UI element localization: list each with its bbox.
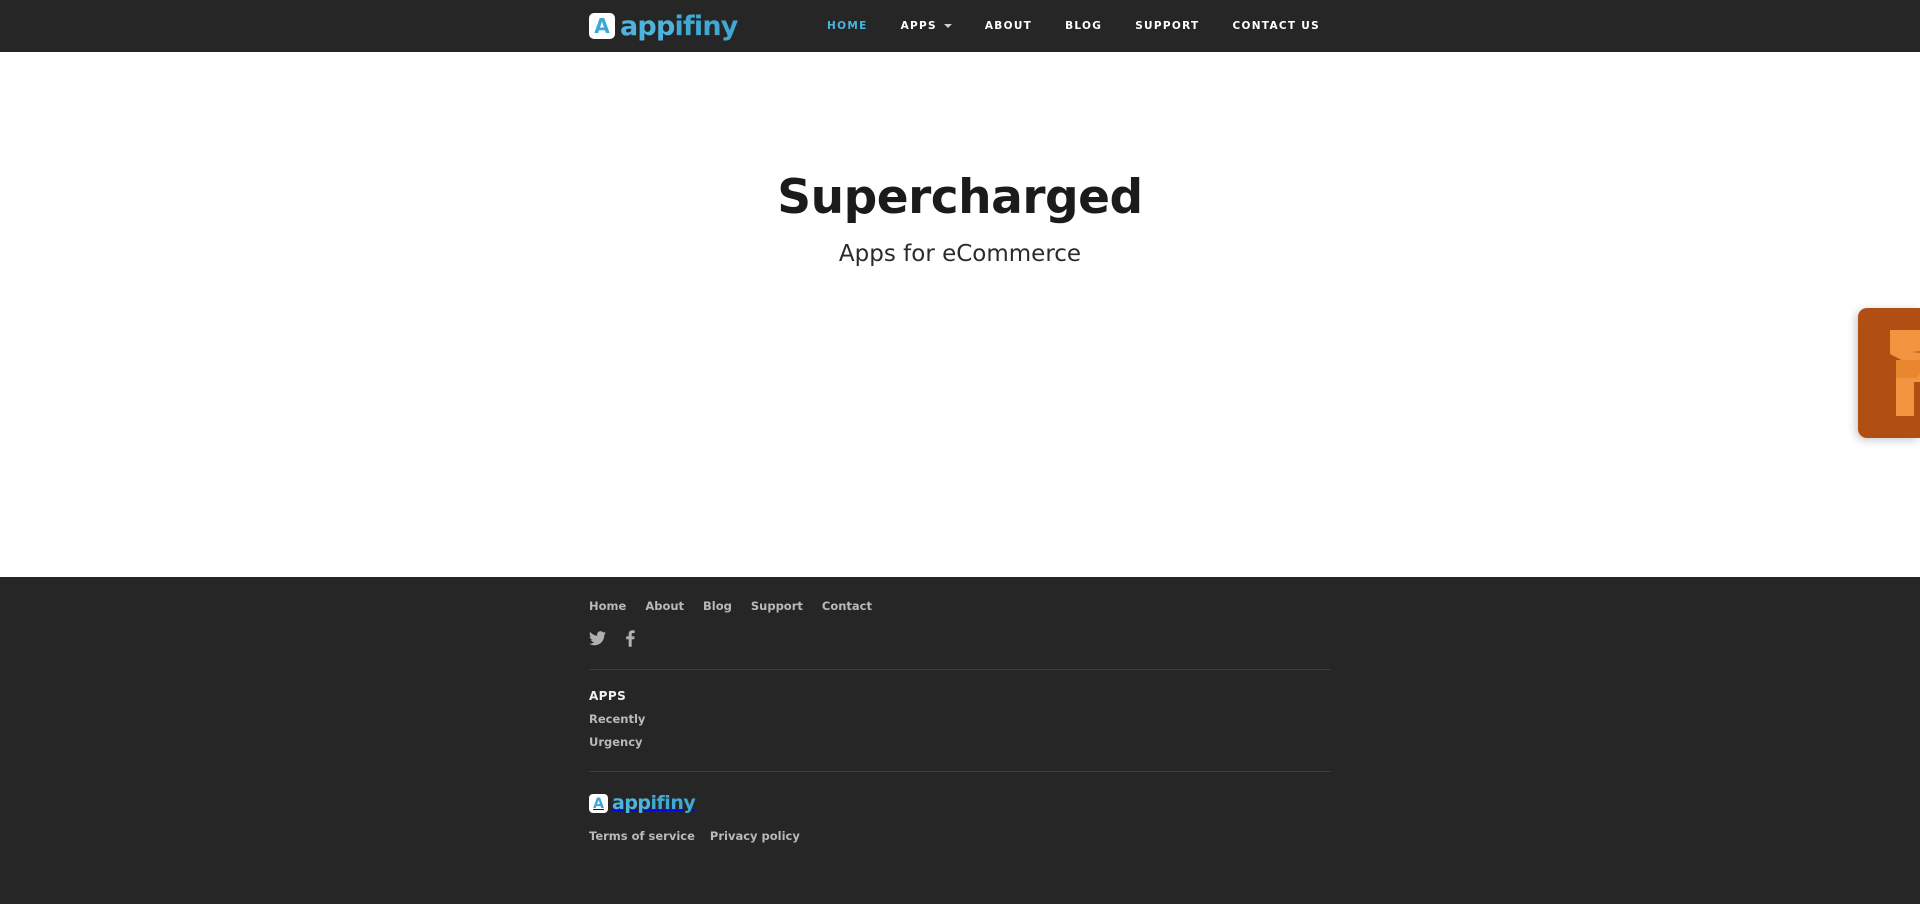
footer-apps-heading: APPS <box>589 689 627 703</box>
footer-link-blog[interactable]: Blog <box>703 599 732 613</box>
footer-link-about[interactable]: About <box>645 599 684 613</box>
site-footer: Home About Blog Support Contact APPS Rec… <box>0 577 1920 904</box>
footer-logo-word-bold: ifiny <box>650 792 696 814</box>
nav-item-home[interactable]: HOME <box>827 20 868 32</box>
logo-wordmark: appifiny <box>620 13 738 40</box>
nav-item-apps[interactable]: APPS <box>901 20 952 32</box>
social-links <box>589 630 1331 647</box>
footer-logo-mark-icon: A <box>589 794 608 813</box>
footer-legal-links: Terms of service Privacy policy <box>589 829 1331 843</box>
nav-item-contact-us[interactable]: CONTACT US <box>1232 20 1320 32</box>
footer-apps-link-urgency[interactable]: Urgency <box>589 735 1331 749</box>
header-inner: A appifiny HOME APPS ABOUT BLOG SUPPORT … <box>0 0 1920 52</box>
logo-word-bold: ifiny <box>674 10 738 42</box>
footer-navigation: Home About Blog Support Contact <box>589 599 1331 613</box>
logo-word-light: app <box>620 10 675 42</box>
hero-section: Supercharged Apps for eCommerce <box>0 52 1920 577</box>
main-navigation: HOME APPS ABOUT BLOG SUPPORT CONTACT US <box>827 20 1320 32</box>
site-header: A appifiny HOME APPS ABOUT BLOG SUPPORT … <box>0 0 1920 52</box>
feedback-tab[interactable] <box>1858 308 1920 438</box>
footer-divider-bottom <box>589 771 1331 772</box>
terms-of-service-link[interactable]: Terms of service <box>589 829 695 843</box>
nav-item-about[interactable]: ABOUT <box>985 20 1032 32</box>
footer-logo-wordmark: appifiny <box>612 792 696 814</box>
footer-apps-link-recently[interactable]: Recently <box>589 712 1331 726</box>
header-logo[interactable]: A appifiny <box>589 13 738 40</box>
footer-inner: Home About Blog Support Contact APPS Rec… <box>589 599 1331 843</box>
footer-logo[interactable]: A appifiny <box>589 792 696 814</box>
footer-apps-section: APPS Recently Urgency <box>589 689 1331 749</box>
privacy-policy-link[interactable]: Privacy policy <box>710 829 800 843</box>
page-subtitle: Apps for eCommerce <box>838 240 1082 267</box>
nav-item-blog[interactable]: BLOG <box>1065 20 1102 32</box>
logo-mark-icon: A <box>589 13 615 39</box>
footer-link-home[interactable]: Home <box>589 599 626 613</box>
page-title: Supercharged <box>777 170 1143 225</box>
footer-link-contact[interactable]: Contact <box>822 599 872 613</box>
footer-link-support[interactable]: Support <box>751 599 803 613</box>
chevron-down-icon <box>943 24 952 28</box>
facebook-link[interactable] <box>626 630 635 647</box>
nav-item-apps-label: APPS <box>900 20 937 32</box>
footer-logo-word-light: app <box>612 792 651 814</box>
nav-item-support[interactable]: SUPPORT <box>1135 20 1199 32</box>
lightning-bolt-icon <box>1890 330 1920 416</box>
twitter-icon <box>589 631 606 646</box>
facebook-icon <box>626 630 635 647</box>
footer-divider-top <box>589 669 1331 670</box>
twitter-link[interactable] <box>589 631 606 646</box>
